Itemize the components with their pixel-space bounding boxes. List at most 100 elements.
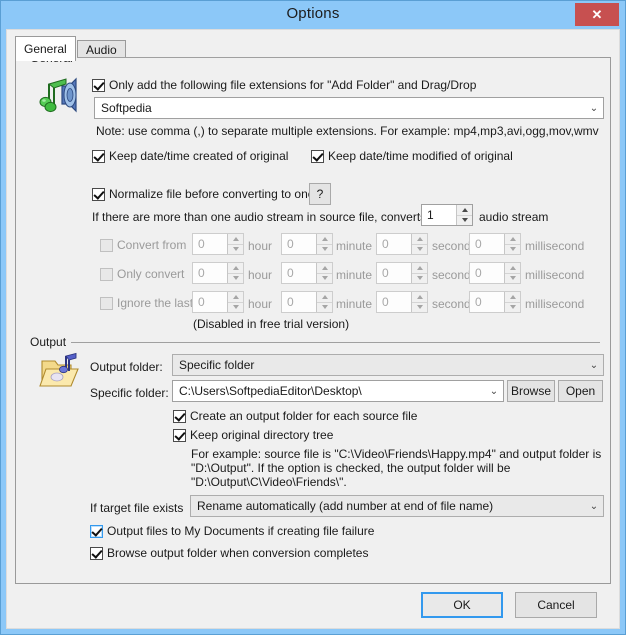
close-icon[interactable]: ✕ (575, 3, 619, 26)
cancel-button[interactable]: Cancel (515, 592, 597, 618)
extensions-checkbox-row[interactable]: Only add the following file extensions f… (92, 78, 476, 92)
only-convert-minute-spinner[interactable]: 0 (281, 262, 333, 284)
only-convert-second-spinner[interactable]: 0 (376, 262, 428, 284)
only-convert-checkbox[interactable] (100, 267, 113, 281)
browse-on-complete-label: Browse output folder when conversion com… (107, 546, 369, 560)
output-folder-combo[interactable]: Specific folder ⌄ (172, 354, 604, 376)
spinner-down-icon[interactable] (505, 301, 520, 312)
keep-created-checkbox[interactable] (92, 149, 105, 163)
browse-on-complete-checkbox[interactable] (90, 546, 103, 560)
extensions-combo[interactable]: Softpedia ⌄ (94, 97, 604, 119)
spinner-up-icon[interactable] (457, 205, 472, 215)
spinner-down-icon[interactable] (505, 243, 520, 254)
normalize-help-button[interactable]: ? (309, 183, 331, 205)
spinner-up-icon[interactable] (228, 234, 243, 244)
open-button[interactable]: Open (558, 380, 603, 402)
spinner-up-icon[interactable] (317, 234, 332, 244)
ignore-last-ms-unit: millisecond (525, 297, 585, 311)
convert-from-second-spinner[interactable]: 0 (376, 233, 428, 255)
spinner-up-icon[interactable] (505, 292, 520, 302)
browse-button[interactable]: Browse (507, 380, 555, 402)
chevron-down-icon[interactable]: ⌄ (585, 501, 603, 512)
normalize-checkbox[interactable] (92, 187, 105, 201)
tab-general[interactable]: General (15, 36, 76, 61)
convert-from-minute-value[interactable]: 0 (282, 234, 316, 254)
spinner-up-icon[interactable] (317, 292, 332, 302)
specific-folder-combo[interactable]: C:\Users\SoftpediaEditor\Desktop\ ⌄ (172, 380, 504, 402)
spinner-up-icon[interactable] (505, 234, 520, 244)
chevron-down-icon[interactable]: ⌄ (585, 103, 603, 114)
extensions-combo-value: Softpedia (101, 101, 152, 115)
keep-modified-checkbox[interactable] (311, 149, 324, 163)
spinner-up-icon[interactable] (412, 292, 427, 302)
ignore-last-checkbox[interactable] (100, 296, 113, 310)
ignore-last-minute-spinner[interactable]: 0 (281, 291, 333, 313)
spinner-down-icon[interactable] (505, 272, 520, 283)
only-convert-ms-spinner[interactable]: 0 (469, 262, 521, 284)
specific-folder-value[interactable]: C:\Users\SoftpediaEditor\Desktop\ (173, 384, 485, 398)
convert-from-checkbox[interactable] (100, 238, 113, 252)
keep-tree-checkbox[interactable] (173, 428, 186, 442)
spinner-down-icon[interactable] (317, 243, 332, 254)
convert-from-minute-spinner[interactable]: 0 (281, 233, 333, 255)
browse-on-complete-checkbox-row[interactable]: Browse output folder when conversion com… (90, 546, 368, 560)
spinner-down-icon[interactable] (228, 272, 243, 283)
only-convert-checkbox-row[interactable]: Only convert (100, 267, 184, 281)
spinner-down-icon[interactable] (317, 272, 332, 283)
create-output-folder-checkbox-row[interactable]: Create an output folder for each source … (173, 409, 417, 423)
spinner-up-icon[interactable] (505, 263, 520, 273)
keep-modified-checkbox-row[interactable]: Keep date/time modified of original (311, 149, 513, 163)
spinner-up-icon[interactable] (228, 292, 243, 302)
chevron-down-icon[interactable]: ⌄ (485, 386, 503, 397)
spinner-up-icon[interactable] (412, 263, 427, 273)
audio-stream-spinner-buttons (456, 205, 472, 225)
output-my-documents-checkbox[interactable] (90, 524, 103, 538)
spinner-up-icon[interactable] (412, 234, 427, 244)
convert-from-ms-value[interactable]: 0 (470, 234, 504, 254)
keep-tree-checkbox-row[interactable]: Keep original directory tree (173, 428, 333, 442)
only-convert-hour-spinner[interactable]: 0 (192, 262, 244, 284)
spinner-up-icon[interactable] (228, 263, 243, 273)
keep-created-checkbox-row[interactable]: Keep date/time created of original (92, 149, 288, 163)
ignore-last-hour-spinner[interactable]: 0 (192, 291, 244, 313)
audio-stream-spinner[interactable]: 1 (421, 204, 473, 226)
only-convert-hour-value[interactable]: 0 (193, 263, 227, 283)
spinner-down-icon[interactable] (228, 301, 243, 312)
spinner-down-icon[interactable] (412, 301, 427, 312)
ignore-last-ms-spinner[interactable]: 0 (469, 291, 521, 313)
convert-from-second-value[interactable]: 0 (377, 234, 411, 254)
normalize-checkbox-row[interactable]: Normalize file before converting to one (92, 187, 314, 201)
ignore-last-hour-value[interactable]: 0 (193, 292, 227, 312)
convert-from-ms-spinner[interactable]: 0 (469, 233, 521, 255)
ignore-last-second-value[interactable]: 0 (377, 292, 411, 312)
extensions-checkbox[interactable] (92, 78, 105, 92)
target-exists-combo[interactable]: Rename automatically (add number at end … (190, 495, 604, 517)
convert-from-minute-unit: minute (336, 239, 373, 253)
only-convert-ms-value[interactable]: 0 (470, 263, 504, 283)
output-folder-value: Specific folder (179, 358, 255, 372)
tab-audio[interactable]: Audio (77, 40, 126, 58)
spinner-down-icon[interactable] (317, 301, 332, 312)
spinner-up-icon[interactable] (317, 263, 332, 273)
ignore-last-checkbox-row[interactable]: Ignore the last (100, 296, 193, 310)
create-output-folder-checkbox[interactable] (173, 409, 186, 423)
output-group-divider (71, 342, 600, 343)
output-my-documents-checkbox-row[interactable]: Output files to My Documents if creating… (90, 524, 374, 538)
folder-music-icon (38, 352, 82, 394)
spinner-down-icon[interactable] (457, 214, 472, 225)
audio-stream-value[interactable]: 1 (422, 205, 456, 225)
ignore-last-ms-value[interactable]: 0 (470, 292, 504, 312)
ignore-last-second-spinner[interactable]: 0 (376, 291, 428, 313)
ok-button[interactable]: OK (421, 592, 503, 618)
extensions-checkbox-label: Only add the following file extensions f… (109, 78, 477, 92)
only-convert-second-value[interactable]: 0 (377, 263, 411, 283)
convert-from-hour-value[interactable]: 0 (193, 234, 227, 254)
spinner-down-icon[interactable] (228, 243, 243, 254)
convert-from-checkbox-row[interactable]: Convert from (100, 238, 186, 252)
spinner-down-icon[interactable] (412, 272, 427, 283)
chevron-down-icon[interactable]: ⌄ (585, 360, 603, 371)
ignore-last-minute-value[interactable]: 0 (282, 292, 316, 312)
convert-from-hour-spinner[interactable]: 0 (192, 233, 244, 255)
only-convert-minute-value[interactable]: 0 (282, 263, 316, 283)
spinner-down-icon[interactable] (412, 243, 427, 254)
